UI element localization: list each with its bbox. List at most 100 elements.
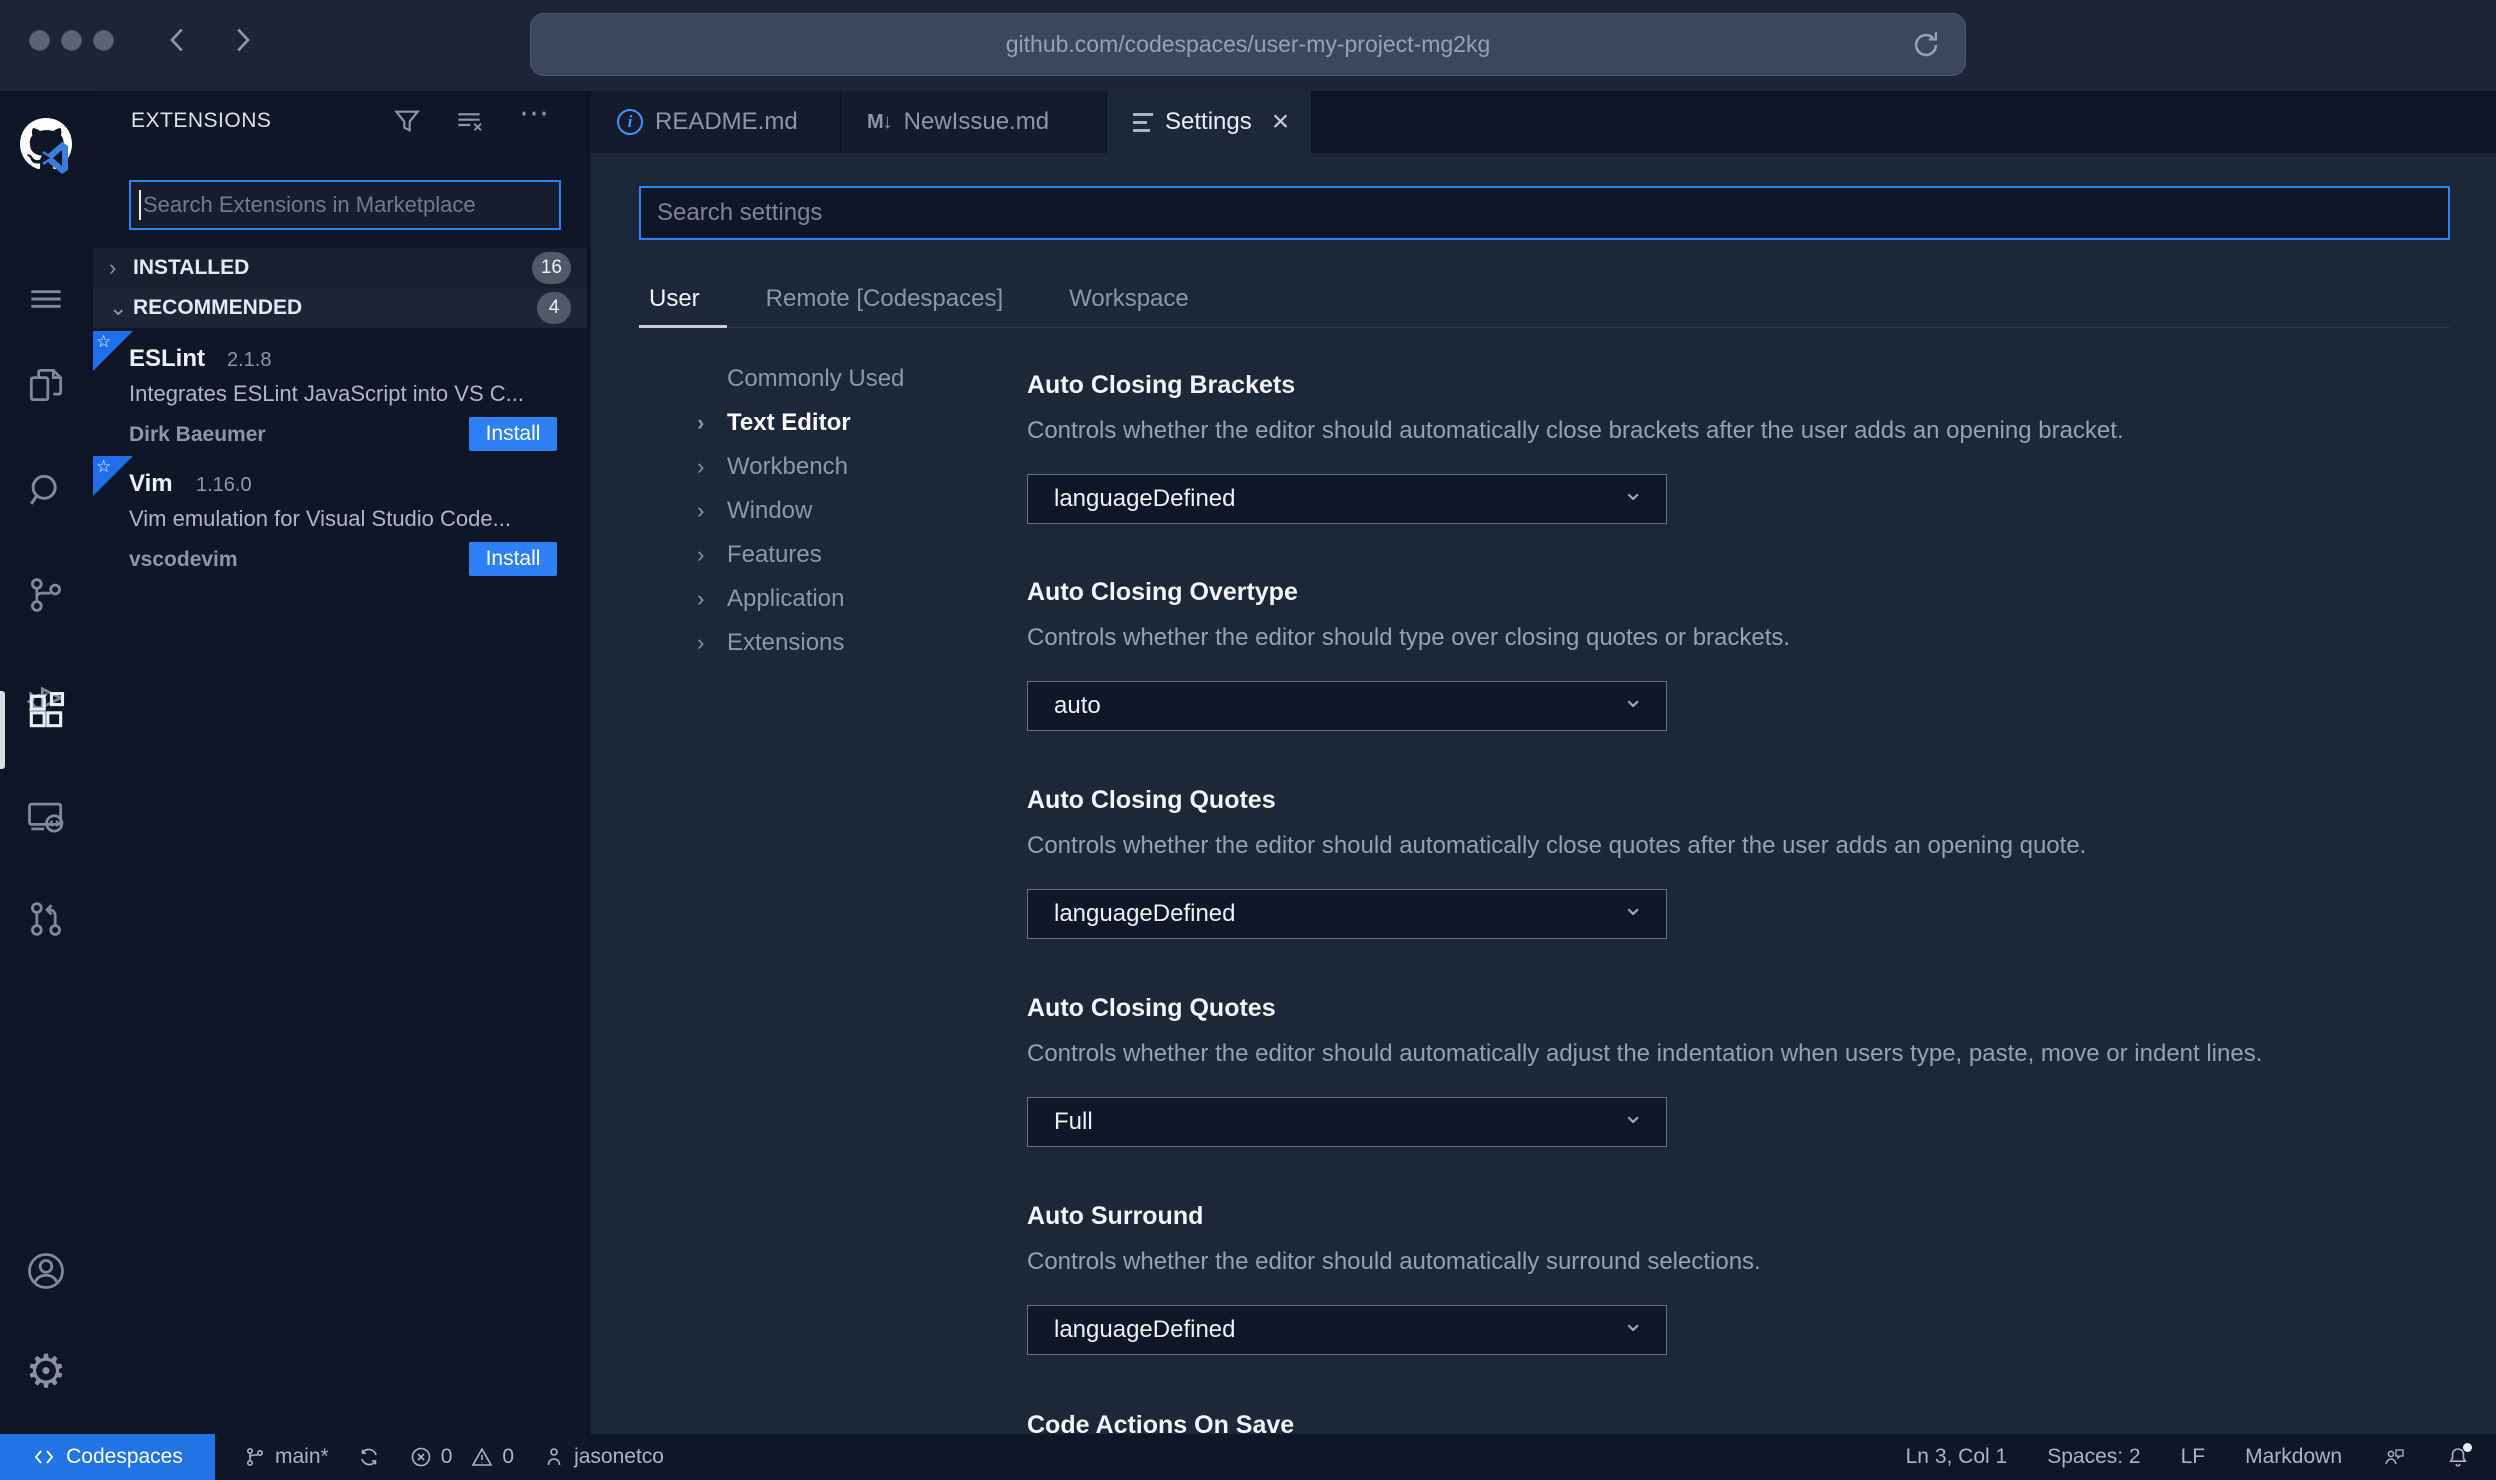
problems-status[interactable]: 0 0 xyxy=(409,1445,514,1469)
tab-label: README.md xyxy=(655,108,798,135)
url-text: github.com/codespaces/user-my-project-mg… xyxy=(1005,31,1491,57)
user-label: jasonetco xyxy=(574,1445,664,1468)
branch-status[interactable]: main* xyxy=(243,1445,329,1469)
explorer-icon[interactable] xyxy=(24,363,68,407)
extension-item-vim[interactable]: ☆ Vim 1.16.0 Vim emulation for Visual St… xyxy=(93,456,587,581)
setting-value-dropdown[interactable]: languageDefined ⌄ xyxy=(1027,889,1667,939)
codespaces-status-button[interactable]: Codespaces xyxy=(0,1434,215,1480)
eol-sequence[interactable]: LF xyxy=(2181,1445,2206,1469)
settings-gear-icon[interactable]: ⚙ xyxy=(24,1348,68,1394)
errors-icon xyxy=(409,1445,433,1469)
account-icon[interactable] xyxy=(24,1249,68,1293)
window-controls[interactable] xyxy=(29,30,114,51)
extension-version: 1.16.0 xyxy=(196,474,252,496)
address-bar[interactable]: github.com/codespaces/user-my-project-mg… xyxy=(530,13,1966,76)
settings-search-input[interactable] xyxy=(641,188,2448,238)
setting-auto-indent: Auto Closing Quotes Controls whether the… xyxy=(1027,994,2496,1147)
setting-title: Auto Closing Quotes xyxy=(1027,786,1276,814)
setting-description: Controls whether the editor should autom… xyxy=(1027,1248,1761,1275)
filter-icon[interactable] xyxy=(391,105,423,137)
dropdown-chevron-icon: ⌄ xyxy=(1622,683,1644,713)
notification-dot xyxy=(2463,1443,2472,1452)
dropdown-chevron-icon: ⌄ xyxy=(1622,891,1644,921)
text-cursor xyxy=(139,190,141,220)
sidebar-title: EXTENSIONS xyxy=(131,109,272,132)
chevron-right-icon: › xyxy=(697,498,705,523)
editor-area: i README.md M↓ NewIssue.md Settings × Se… xyxy=(591,91,2496,1434)
extension-name: ESLint xyxy=(129,345,205,372)
extensions-icon[interactable] xyxy=(24,689,68,733)
tree-item-workbench[interactable]: › Workbench xyxy=(591,445,971,489)
chevron-right-icon: › xyxy=(109,255,117,280)
setting-value-dropdown[interactable]: auto ⌄ xyxy=(1027,681,1667,731)
feedback-icon[interactable] xyxy=(2382,1445,2406,1469)
section-installed[interactable]: › INSTALLED 16 xyxy=(93,248,587,288)
tree-item-window[interactable]: › Window xyxy=(591,489,971,533)
sync-icon xyxy=(357,1445,381,1469)
extensions-sidebar: EXTENSIONS ⋯ › INSTALLED 16 ⌄ RE xyxy=(93,91,589,1434)
scope-tab-user[interactable]: User xyxy=(639,279,710,329)
tab-settings[interactable]: Settings × xyxy=(1107,91,1311,153)
window-maximize-button[interactable] xyxy=(93,30,114,51)
section-label: INSTALLED xyxy=(133,256,250,279)
extensions-search-input[interactable] xyxy=(131,182,559,228)
tree-item-application[interactable]: › Application xyxy=(591,577,971,621)
menu-icon[interactable] xyxy=(24,277,68,321)
setting-auto-closing-overtype: Auto Closing Overtype Controls whether t… xyxy=(1027,578,2496,731)
active-view-indicator xyxy=(0,691,5,769)
setting-value-dropdown[interactable]: languageDefined ⌄ xyxy=(1027,474,1667,524)
remote-explorer-icon[interactable] xyxy=(24,795,68,839)
remote-icon xyxy=(32,1445,56,1469)
tree-item-text-editor[interactable]: › Text Editor xyxy=(591,401,971,445)
section-recommended[interactable]: ⌄ RECOMMENDED 4 xyxy=(93,288,587,328)
extensions-search-box[interactable] xyxy=(129,180,561,230)
window-minimize-button[interactable] xyxy=(61,30,82,51)
warnings-count: 0 xyxy=(502,1445,515,1468)
tab-readme[interactable]: i README.md xyxy=(591,91,841,153)
forward-icon[interactable] xyxy=(224,22,260,58)
chevron-right-icon: › xyxy=(697,630,705,655)
cursor-position[interactable]: Ln 3, Col 1 xyxy=(1906,1445,2008,1469)
chevron-right-icon: › xyxy=(697,410,705,435)
scope-tab-remote[interactable]: Remote [Codespaces] xyxy=(756,279,1013,329)
setting-auto-closing-quotes: Auto Closing Quotes Controls whether the… xyxy=(1027,786,2496,939)
setting-value-dropdown[interactable]: languageDefined ⌄ xyxy=(1027,1305,1667,1355)
tree-item-extensions[interactable]: › Extensions xyxy=(591,621,971,665)
install-button[interactable]: Install xyxy=(469,417,557,451)
tree-item-features[interactable]: › Features xyxy=(591,533,971,577)
user-status[interactable]: jasonetco xyxy=(542,1445,664,1469)
recommended-ribbon: ☆ xyxy=(93,331,133,371)
setting-title: Auto Surround xyxy=(1027,1202,1204,1230)
status-bar-right: Ln 3, Col 1 Spaces: 2 LF Markdown xyxy=(1906,1443,2496,1469)
settings-search-box[interactable] xyxy=(639,186,2450,240)
window-close-button[interactable] xyxy=(29,30,50,51)
tab-label: NewIssue.md xyxy=(903,108,1050,135)
person-icon xyxy=(542,1445,566,1469)
language-mode[interactable]: Markdown xyxy=(2245,1445,2342,1469)
scope-tab-workspace[interactable]: Workspace xyxy=(1059,279,1199,329)
github-codespaces-logo-icon xyxy=(14,114,78,178)
setting-description: Controls whether the editor should autom… xyxy=(1027,417,2124,444)
refresh-icon[interactable] xyxy=(1909,28,1943,62)
indentation[interactable]: Spaces: 2 xyxy=(2047,1445,2140,1469)
notifications-bell-icon[interactable] xyxy=(2446,1443,2472,1469)
section-label: RECOMMENDED xyxy=(133,296,303,319)
search-icon[interactable] xyxy=(24,469,68,513)
tree-item-commonly-used[interactable]: Commonly Used xyxy=(591,357,971,401)
tab-newissue[interactable]: M↓ NewIssue.md xyxy=(841,91,1107,153)
more-actions-icon[interactable]: ⋯ xyxy=(519,99,551,133)
pull-request-icon[interactable] xyxy=(24,897,68,941)
setting-value-dropdown[interactable]: Full ⌄ xyxy=(1027,1097,1667,1147)
dropdown-chevron-icon: ⌄ xyxy=(1622,476,1644,506)
scope-divider xyxy=(639,327,2450,328)
sync-status[interactable] xyxy=(357,1445,381,1469)
setting-description: Controls whether the editor should autom… xyxy=(1027,1040,2263,1067)
install-button[interactable]: Install xyxy=(469,542,557,576)
workbench: ⚙ EXTENSIONS ⋯ › INSTALLED 16 xyxy=(0,91,2496,1434)
extension-item-eslint[interactable]: ☆ ESLint 2.1.8 Integrates ESLint JavaScr… xyxy=(93,331,587,456)
source-control-icon[interactable] xyxy=(24,573,68,617)
setting-description: Controls whether the editor should autom… xyxy=(1027,832,2087,859)
clear-extensions-icon[interactable] xyxy=(453,105,485,137)
back-icon[interactable] xyxy=(160,22,196,58)
close-tab-icon[interactable]: × xyxy=(1272,107,1290,137)
